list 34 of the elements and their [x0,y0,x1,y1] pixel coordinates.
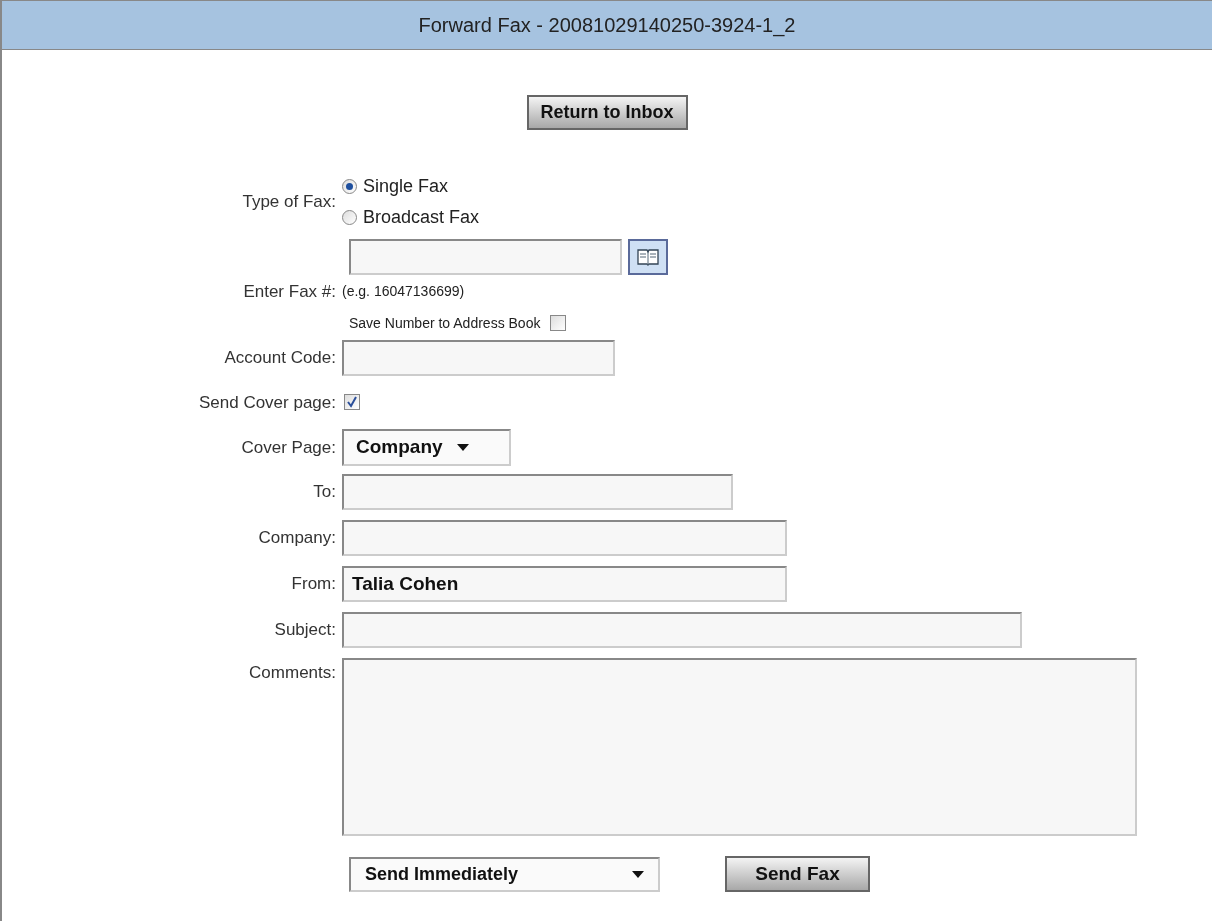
fax-number-field[interactable] [349,239,622,275]
field-label: Cover Page: [241,437,336,457]
caret-icon [632,870,644,878]
text-field[interactable] [342,520,787,556]
caret-icon [456,444,469,451]
text-field[interactable]: Talia Cohen [342,566,787,602]
text-field[interactable] [342,612,1022,648]
cover-page-dropdown[interactable]: Company [342,429,511,466]
fax-number-hint: (e.g. 16047136699) [342,282,465,302]
radio-label: Broadcast Fax [363,206,480,229]
save-number-label: Save Number to Address Book [349,313,541,333]
text-field[interactable] [342,474,733,510]
address-book-button[interactable] [628,239,668,275]
comments-field[interactable] [342,658,1137,836]
field-label: Account Code: [224,347,336,367]
field-label: To: [313,482,336,502]
schedule-dropdown[interactable]: Send Immediately [349,856,660,892]
radio-label: Single Fax [363,175,449,198]
return-to-inbox-button[interactable]: Return to Inbox [526,95,688,130]
text-field[interactable] [342,339,615,376]
window-title: Forward Fax - 20081029140250-3924-1_2 [418,13,796,39]
field-label: Company: [258,528,336,548]
radio-button[interactable] [342,179,357,194]
radio-button[interactable] [342,210,357,225]
field-label: Type of Fax: [242,192,336,212]
field-label: From: [291,574,336,594]
field-label: Send Cover page: [198,392,336,412]
send-fax-button[interactable]: Send Fax [725,856,870,892]
field-label: Enter Fax #: [243,282,336,301]
checkbox[interactable] [344,394,360,411]
checkbox[interactable] [550,315,567,331]
book-icon [637,248,659,266]
field-label: Subject: [274,620,336,640]
field-label: Comments: [249,663,336,682]
